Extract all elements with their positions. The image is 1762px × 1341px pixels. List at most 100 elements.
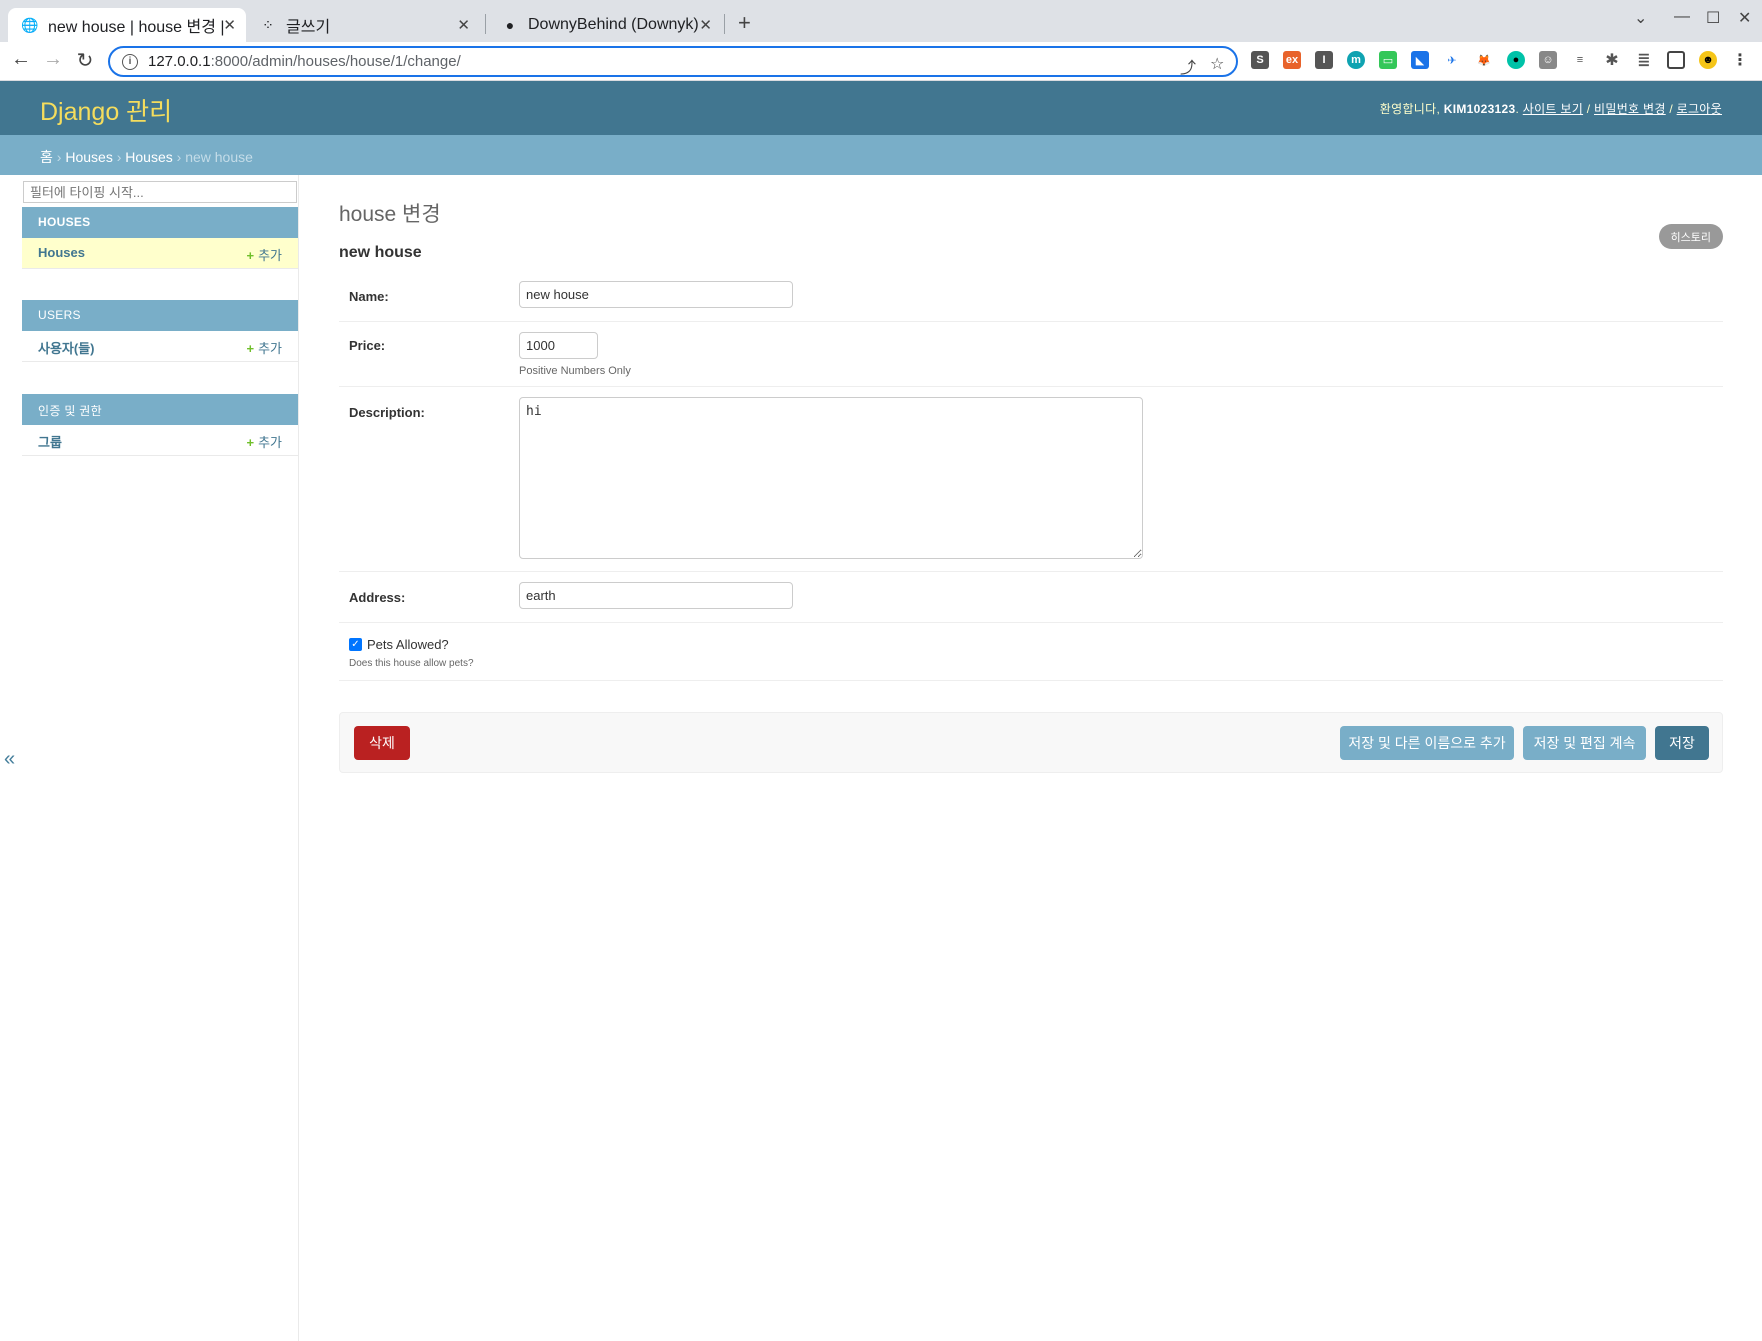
welcome-text: 환영합니다, xyxy=(1379,102,1441,116)
sidebar-item-users: 사용자(들) + 추가 xyxy=(22,331,298,362)
maximize-icon[interactable]: ☐ xyxy=(1706,8,1720,28)
delete-button[interactable]: 삭제 xyxy=(354,726,410,760)
form-row-price: Price: Positive Numbers Only xyxy=(339,322,1723,387)
add-group-link[interactable]: + 추가 xyxy=(246,432,282,450)
module-caption-users[interactable]: USERS xyxy=(22,300,298,331)
site-branding[interactable]: Django 관리 xyxy=(40,92,172,128)
sidebar-item-label[interactable]: Houses xyxy=(38,245,85,261)
nav-filter-input[interactable] xyxy=(23,181,297,203)
name-label: Name: xyxy=(349,289,389,304)
name-input[interactable] xyxy=(519,281,793,308)
browser-tab[interactable]: ⁘ 글쓰기 ✕ xyxy=(246,8,480,42)
new-tab-icon[interactable]: + xyxy=(738,10,751,36)
side-panel-icon[interactable] xyxy=(1667,51,1685,69)
tab-title: new house | house 변경 | D xyxy=(48,19,228,36)
tab-search-icon[interactable]: ⌄ xyxy=(1634,8,1647,28)
plus-icon: + xyxy=(246,435,255,450)
view-site-link[interactable]: 사이트 보기 xyxy=(1523,102,1583,116)
dots-icon: ⁘ xyxy=(262,16,274,33)
globe-icon: 🌐 xyxy=(21,16,39,33)
browser-tab-active[interactable]: 🌐 new house | house 변경 | D ✕ xyxy=(8,8,246,42)
sidebar-item-groups: 그룹 + 추가 xyxy=(22,425,298,456)
extension-satellite-icon[interactable]: ✈ xyxy=(1443,51,1461,69)
description-textarea[interactable]: hi xyxy=(519,397,1143,559)
sidebar-item-houses: Houses + 추가 xyxy=(22,238,298,269)
address-bar[interactable]: i 127.0.0.1:8000/admin/houses/house/1/ch… xyxy=(108,46,1238,77)
tab-separator xyxy=(724,14,725,34)
media-queue-icon[interactable]: ≣ xyxy=(1635,51,1653,69)
menu-kebab-icon[interactable]: ⋮ xyxy=(1731,51,1749,69)
object-name: new house xyxy=(339,244,422,261)
add-label: 추가 xyxy=(258,435,282,450)
add-user-link[interactable]: + 추가 xyxy=(246,338,282,356)
extension-circle-icon[interactable]: ● xyxy=(1507,51,1525,69)
price-input[interactable] xyxy=(519,332,598,359)
close-tab-icon[interactable]: ✕ xyxy=(223,16,236,34)
browser-tab[interactable]: ● DownyBehind (Downyk) ✕ xyxy=(488,8,722,42)
separator: / xyxy=(1586,102,1591,116)
page-title: house 변경 xyxy=(339,203,441,226)
save-continue-button[interactable]: 저장 및 편집 계속 xyxy=(1523,726,1646,760)
breadcrumb: 홈 › Houses › Houses › new house xyxy=(0,135,1762,175)
extension-m-icon[interactable]: m xyxy=(1347,51,1365,69)
url-path: :8000/admin/houses/house/1/change/ xyxy=(210,53,461,70)
extension-blue-icon[interactable]: ◣ xyxy=(1411,51,1429,69)
module-caption-auth[interactable]: 인증 및 권한 xyxy=(22,394,298,425)
back-icon[interactable]: ← xyxy=(8,48,34,71)
forward-icon[interactable]: → xyxy=(40,48,66,71)
price-label: Price: xyxy=(349,338,386,353)
extension-person-icon[interactable]: ☺ xyxy=(1539,51,1557,69)
admin-header: Django 관리 환영합니다, KIM1023123. 사이트 보기 / 비밀… xyxy=(0,81,1762,135)
minimize-icon[interactable]: — xyxy=(1674,8,1690,26)
breadcrumb-sep: › xyxy=(176,149,182,165)
extensions-puzzle-icon[interactable]: ✱ xyxy=(1603,51,1621,69)
address-label: Address: xyxy=(349,590,406,605)
form-row-description: Description: hi xyxy=(339,387,1723,572)
breadcrumb-current: new house xyxy=(185,149,253,165)
extension-green-icon[interactable]: ▭ xyxy=(1379,51,1397,69)
bookmark-star-icon[interactable]: ☆ xyxy=(1210,54,1224,74)
extension-text-icon[interactable]: ≡ xyxy=(1571,51,1589,69)
pets-checkbox[interactable]: ✓ xyxy=(349,638,362,651)
user-tools: 환영합니다, KIM1023123. 사이트 보기 / 비밀번호 변경 / 로그… xyxy=(1379,102,1722,116)
address-input[interactable] xyxy=(519,582,793,609)
metamask-fox-icon[interactable]: 🦊 xyxy=(1475,51,1493,69)
close-tab-icon[interactable]: ✕ xyxy=(457,16,470,34)
add-label: 추가 xyxy=(258,341,282,356)
logout-link[interactable]: 로그아웃 xyxy=(1677,102,1722,116)
extension-i-icon[interactable]: I xyxy=(1315,51,1333,69)
plus-icon: + xyxy=(246,248,255,263)
profile-avatar-icon[interactable]: ☻ xyxy=(1699,51,1717,69)
history-button[interactable]: 히스토리 xyxy=(1658,224,1723,249)
breadcrumb-app[interactable]: Houses xyxy=(65,149,112,165)
extension-ex-icon[interactable]: ex xyxy=(1283,51,1301,69)
username: KIM1023123 xyxy=(1443,102,1516,116)
breadcrumb-home[interactable]: 홈 xyxy=(40,149,53,165)
url-host: 127.0.0.1 xyxy=(148,53,211,70)
tab-separator xyxy=(485,14,486,34)
sidebar-item-label[interactable]: 그룹 xyxy=(38,432,62,450)
extension-s-icon[interactable]: S xyxy=(1251,51,1269,69)
browser-toolbar: ← → ↻ i 127.0.0.1:8000/admin/houses/hous… xyxy=(0,42,1762,81)
submit-row: 삭제 저장 및 다른 이름으로 추가 저장 및 편집 계속 저장 xyxy=(339,712,1723,773)
separator: / xyxy=(1669,102,1673,116)
save-as-new-button[interactable]: 저장 및 다른 이름으로 추가 xyxy=(1340,726,1514,760)
save-button[interactable]: 저장 xyxy=(1655,726,1709,760)
share-icon[interactable]: ⤴ xyxy=(1180,54,1196,78)
breadcrumb-sep: › xyxy=(116,149,122,165)
add-house-link[interactable]: + 추가 xyxy=(246,245,282,263)
breadcrumb-model[interactable]: Houses xyxy=(125,149,172,165)
sidebar-collapse-toggle[interactable]: « xyxy=(4,748,15,771)
module-caption-houses[interactable]: HOUSES xyxy=(22,207,298,238)
change-password-link[interactable]: 비밀번호 변경 xyxy=(1594,102,1666,116)
sidebar-item-label[interactable]: 사용자(들) xyxy=(38,338,95,356)
reload-icon[interactable]: ↻ xyxy=(72,48,98,73)
site-info-icon[interactable]: i xyxy=(122,53,138,70)
nav-sidebar: HOUSES Houses +추가 USERS 사용자(들) +추가 인증 및 … xyxy=(22,175,299,1341)
close-tab-icon[interactable]: ✕ xyxy=(699,16,712,34)
pets-label[interactable]: Pets Allowed? xyxy=(367,637,449,652)
pets-help-text: Does this house allow pets? xyxy=(349,658,474,669)
tab-title: 글쓰기 xyxy=(286,19,331,36)
price-help-text: Positive Numbers Only xyxy=(519,365,631,377)
close-window-icon[interactable]: ✕ xyxy=(1738,8,1751,28)
